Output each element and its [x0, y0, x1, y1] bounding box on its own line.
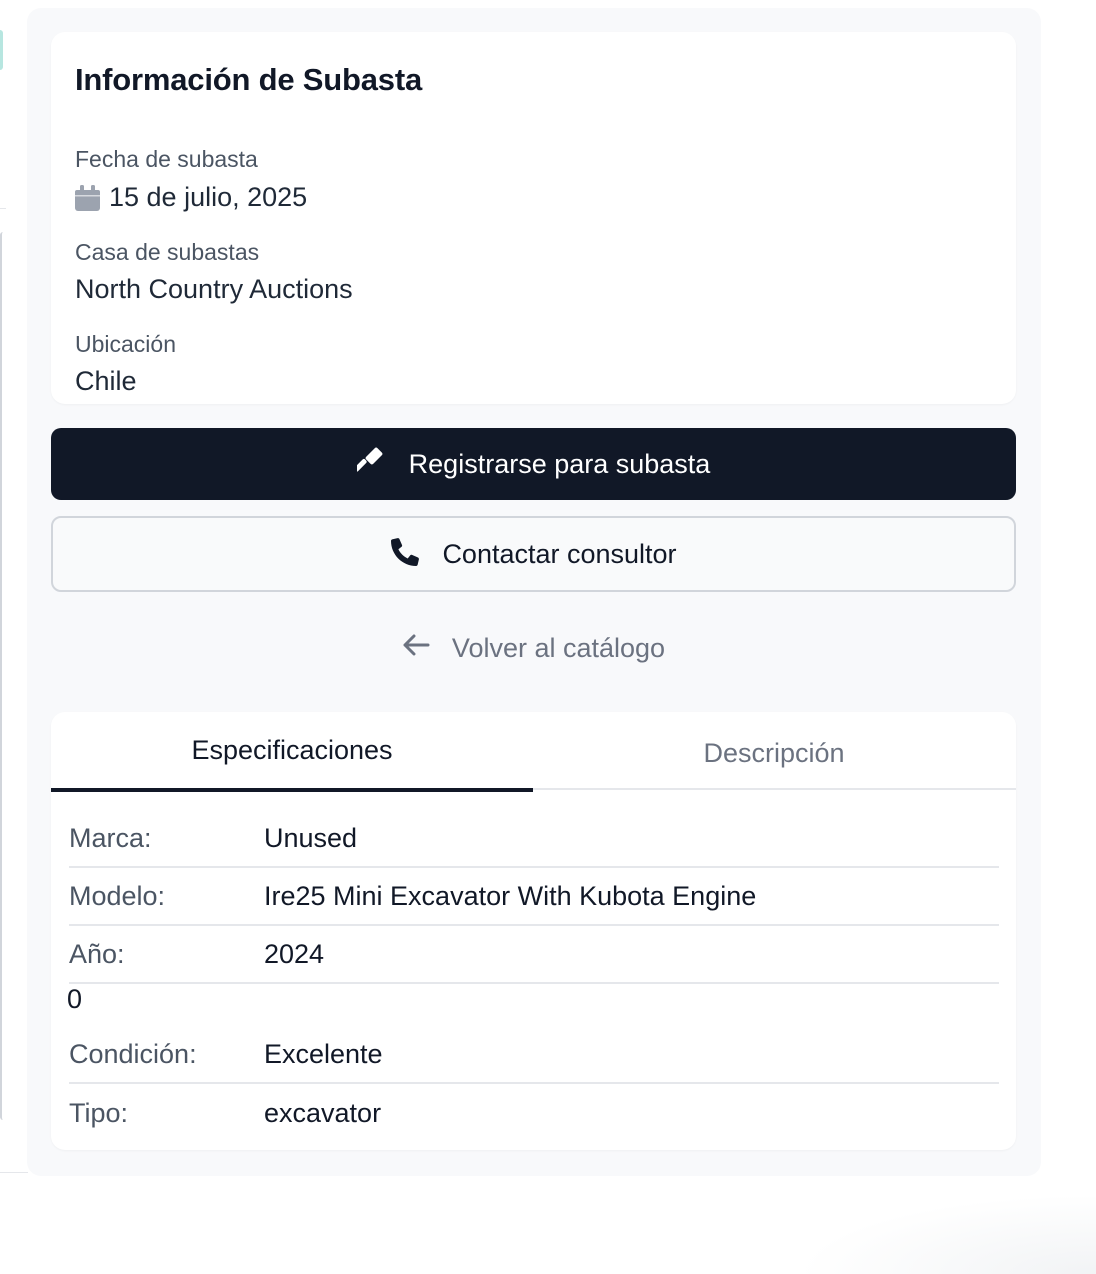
contact-consultant-button[interactable]: Contactar consultor [51, 516, 1016, 592]
spec-value: Ire25 Mini Excavator With Kubota Engine [264, 880, 757, 911]
auction-date-label: Fecha de subasta [75, 146, 258, 172]
register-auction-button[interactable]: Registrarse para subasta [51, 428, 1016, 500]
spec-value: Excelente [264, 1038, 383, 1069]
auction-house-label: Casa de subastas [75, 239, 260, 265]
spec-value: 2024 [264, 938, 325, 969]
adjacent-card-edge [0, 232, 3, 1120]
gavel-icon [353, 446, 387, 483]
spec-row-year: Año: 2024 [69, 926, 999, 984]
auction-date: 15 de julio, 2025 [75, 182, 307, 213]
spec-value: Unused [264, 822, 358, 853]
phone-icon [390, 536, 420, 573]
tab-description[interactable]: Descripción [533, 712, 1015, 790]
spec-row-brand: Marca: Unused [69, 810, 999, 868]
auction-date-value: 15 de julio, 2025 [109, 182, 308, 212]
stray-value: 0 [67, 984, 83, 1014]
back-to-catalog-link[interactable]: Volver al catálogo [51, 626, 1016, 670]
spec-key: Tipo: [69, 1097, 129, 1128]
auction-house-value: North Country Auctions [75, 274, 353, 304]
divider [0, 1172, 28, 1173]
spec-key: Condición: [69, 1038, 197, 1069]
spec-row-type: Tipo: excavator [69, 1084, 999, 1142]
divider [0, 208, 6, 209]
auction-info-card: Información de Subasta Fecha de subasta … [51, 32, 1016, 404]
spec-row-model: Modelo: Ire25 Mini Excavator With Kubota… [69, 868, 999, 926]
spec-key: Marca: [69, 822, 152, 853]
spec-key: Año: [69, 938, 125, 969]
left-accent [0, 30, 3, 70]
location-value: Chile [75, 366, 137, 396]
arrow-left-icon [402, 633, 430, 664]
register-auction-label: Registrarse para subasta [408, 448, 711, 479]
auction-sidebar-panel: Información de Subasta Fecha de subasta … [27, 8, 1041, 1176]
contact-consultant-label: Contactar consultor [442, 538, 677, 569]
calendar-icon [75, 184, 100, 211]
background-gradient [796, 1194, 1096, 1274]
tab-bar: Especificaciones Descripción [51, 712, 1016, 792]
tab-specifications[interactable]: Especificaciones [51, 712, 533, 792]
spec-value: excavator [264, 1097, 382, 1128]
card-title: Información de Subasta [75, 62, 422, 97]
details-tabs-card: Especificaciones Descripción Marca: Unus… [51, 712, 1016, 1150]
location-label: Ubicación [75, 331, 176, 357]
back-to-catalog-label: Volver al catálogo [451, 632, 666, 663]
spec-row-condition: Condición: Excelente [69, 1026, 999, 1084]
spec-key: Modelo: [69, 880, 166, 911]
